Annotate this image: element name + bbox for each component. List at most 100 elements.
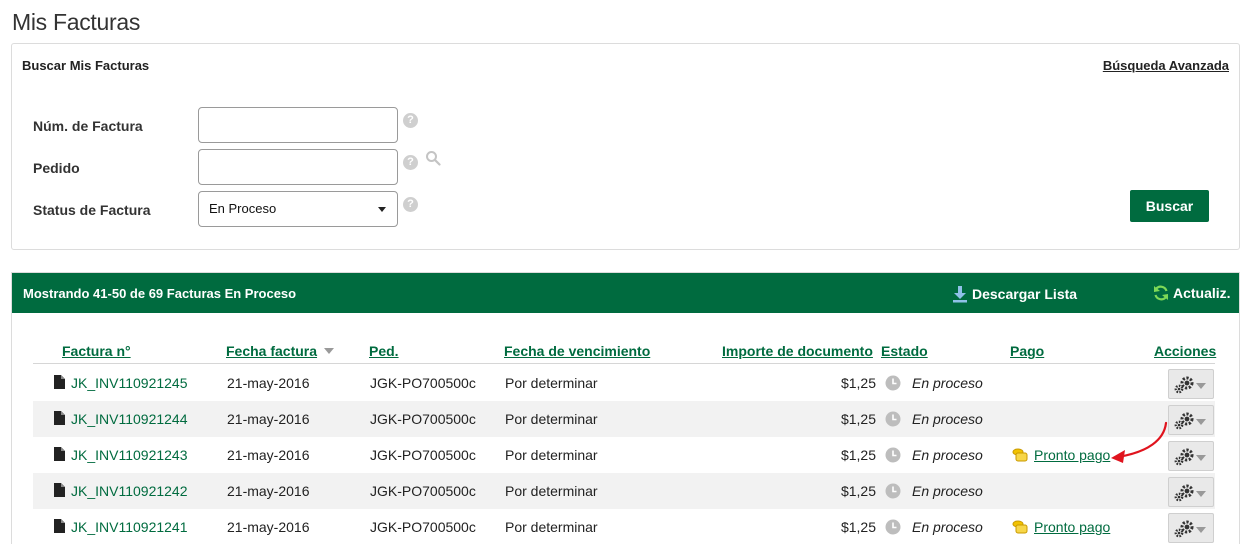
row-actions-button[interactable]	[1168, 405, 1214, 435]
gear-icon	[1174, 376, 1194, 394]
table-row: JK_INV110921244 21-may-2016 JGK-PO700500c P…	[33, 401, 1215, 437]
annotation-arrow	[1111, 421, 1168, 463]
table-row: JK_INV110921243 21-may-2016 JGK-PO700500c P…	[33, 437, 1215, 473]
order-number: JGK-PO700500c	[370, 519, 476, 535]
download-icon	[953, 286, 967, 303]
status-text: En proceso	[912, 411, 983, 427]
search-icon[interactable]	[425, 150, 441, 166]
column-header-due-date[interactable]: Fecha de vencimiento	[504, 343, 650, 359]
row-actions-button[interactable]	[1168, 477, 1214, 507]
clock-icon	[885, 519, 901, 535]
column-header-status[interactable]: Estado	[881, 343, 928, 359]
due-date: Por determinar	[505, 483, 598, 499]
refresh-label: Actualiz.	[1173, 285, 1231, 301]
status-text: En proceso	[912, 519, 983, 535]
invoice-date: 21-may-2016	[227, 483, 310, 499]
results-header: Mostrando 41-50 de 69 Facturas En Proces…	[12, 273, 1239, 313]
coins-icon	[1012, 520, 1028, 534]
order-input[interactable]	[198, 149, 398, 185]
document-icon	[54, 375, 65, 389]
column-header-payment[interactable]: Pago	[1010, 343, 1044, 359]
document-icon	[54, 447, 65, 461]
status-text: En proceso	[912, 447, 983, 463]
dropdown-caret-icon	[1196, 419, 1206, 425]
refresh-icon	[1154, 285, 1168, 301]
invoice-link[interactable]: JK_INV110921244	[71, 401, 188, 437]
status-text: En proceso	[912, 375, 983, 391]
column-header-order[interactable]: Ped.	[369, 343, 399, 359]
gear-icon	[1174, 448, 1194, 466]
invoice-date: 21-may-2016	[227, 519, 310, 535]
order-number: JGK-PO700500c	[370, 483, 476, 499]
search-panel: Buscar Mis Facturas Búsqueda Avanzada Nú…	[11, 43, 1240, 250]
dropdown-caret-icon	[1196, 383, 1206, 389]
early-payment-link[interactable]: Pronto pago	[1034, 437, 1110, 473]
early-payment-link[interactable]: Pronto pago	[1034, 509, 1110, 544]
invoice-link[interactable]: JK_INV110921245	[71, 365, 188, 401]
order-number: JGK-PO700500c	[370, 411, 476, 427]
invoice-status-selected: En Proceso	[209, 201, 277, 216]
coins-icon	[1012, 448, 1028, 462]
header-divider	[33, 363, 1215, 364]
row-actions-button[interactable]	[1168, 441, 1214, 471]
due-date: Por determinar	[505, 447, 598, 463]
invoice-number-label: Núm. de Factura	[33, 118, 143, 134]
invoice-date: 21-may-2016	[227, 375, 310, 391]
column-header-actions[interactable]: Acciones	[1154, 343, 1216, 359]
gear-icon	[1174, 520, 1194, 538]
search-button[interactable]: Buscar	[1130, 190, 1209, 222]
search-panel-title: Buscar Mis Facturas	[22, 58, 150, 73]
document-amount: $1,25	[840, 483, 876, 499]
document-icon	[54, 411, 65, 425]
download-list-label: Descargar Lista	[972, 286, 1078, 302]
document-icon	[54, 483, 65, 497]
due-date: Por determinar	[505, 375, 598, 391]
refresh-button[interactable]: Actualiz.	[1153, 285, 1231, 301]
clock-icon	[885, 483, 901, 499]
due-date: Por determinar	[505, 519, 598, 535]
dropdown-caret-icon	[378, 207, 386, 212]
invoice-date: 21-may-2016	[227, 447, 310, 463]
help-icon[interactable]: ?	[403, 113, 418, 128]
advanced-search-link[interactable]: Búsqueda Avanzada	[1103, 58, 1229, 73]
column-header-invoice[interactable]: Factura n°	[62, 343, 131, 359]
order-label: Pedido	[33, 160, 80, 176]
document-icon	[54, 519, 65, 533]
table-row: JK_INV110921241 21-may-2016 JGK-PO700500c P…	[33, 509, 1215, 544]
invoice-link[interactable]: JK_INV110921241	[71, 509, 188, 544]
results-panel: Mostrando 41-50 de 69 Facturas En Proces…	[11, 272, 1240, 544]
invoice-status-label: Status de Factura	[33, 202, 151, 218]
invoice-number-input[interactable]	[198, 107, 398, 143]
gear-icon	[1174, 484, 1194, 502]
order-number: JGK-PO700500c	[370, 375, 476, 391]
row-actions-button[interactable]	[1168, 513, 1214, 543]
help-icon[interactable]: ?	[403, 155, 418, 170]
clock-icon	[885, 411, 901, 427]
document-amount: $1,25	[840, 519, 876, 535]
clock-icon	[885, 447, 901, 463]
due-date: Por determinar	[505, 411, 598, 427]
document-amount: $1,25	[840, 411, 876, 427]
invoice-link[interactable]: JK_INV110921243	[71, 437, 188, 473]
dropdown-caret-icon	[1196, 491, 1206, 497]
help-icon[interactable]: ?	[403, 197, 418, 212]
invoice-status-select[interactable]: En Proceso	[198, 191, 398, 227]
column-header-amount[interactable]: Importe de documento	[722, 343, 873, 359]
gear-icon	[1174, 412, 1194, 430]
invoice-date: 21-may-2016	[227, 411, 310, 427]
column-header-invoice-date[interactable]: Fecha factura	[226, 343, 317, 359]
results-summary: Mostrando 41-50 de 69 Facturas En Proces…	[23, 286, 297, 301]
document-amount: $1,25	[840, 447, 876, 463]
document-amount: $1,25	[840, 375, 876, 391]
table-row: JK_INV110921245 21-may-2016 JGK-PO700500c P…	[33, 365, 1215, 401]
sort-desc-icon[interactable]	[324, 348, 334, 354]
order-number: JGK-PO700500c	[370, 447, 476, 463]
status-text: En proceso	[912, 483, 983, 499]
invoice-link[interactable]: JK_INV110921242	[71, 473, 188, 509]
dropdown-caret-icon	[1196, 527, 1206, 533]
page-title: Mis Facturas	[12, 9, 141, 35]
download-list-button[interactable]: Descargar Lista	[952, 285, 1077, 303]
dropdown-caret-icon	[1196, 455, 1206, 461]
clock-icon	[885, 375, 901, 391]
row-actions-button[interactable]	[1168, 369, 1214, 399]
